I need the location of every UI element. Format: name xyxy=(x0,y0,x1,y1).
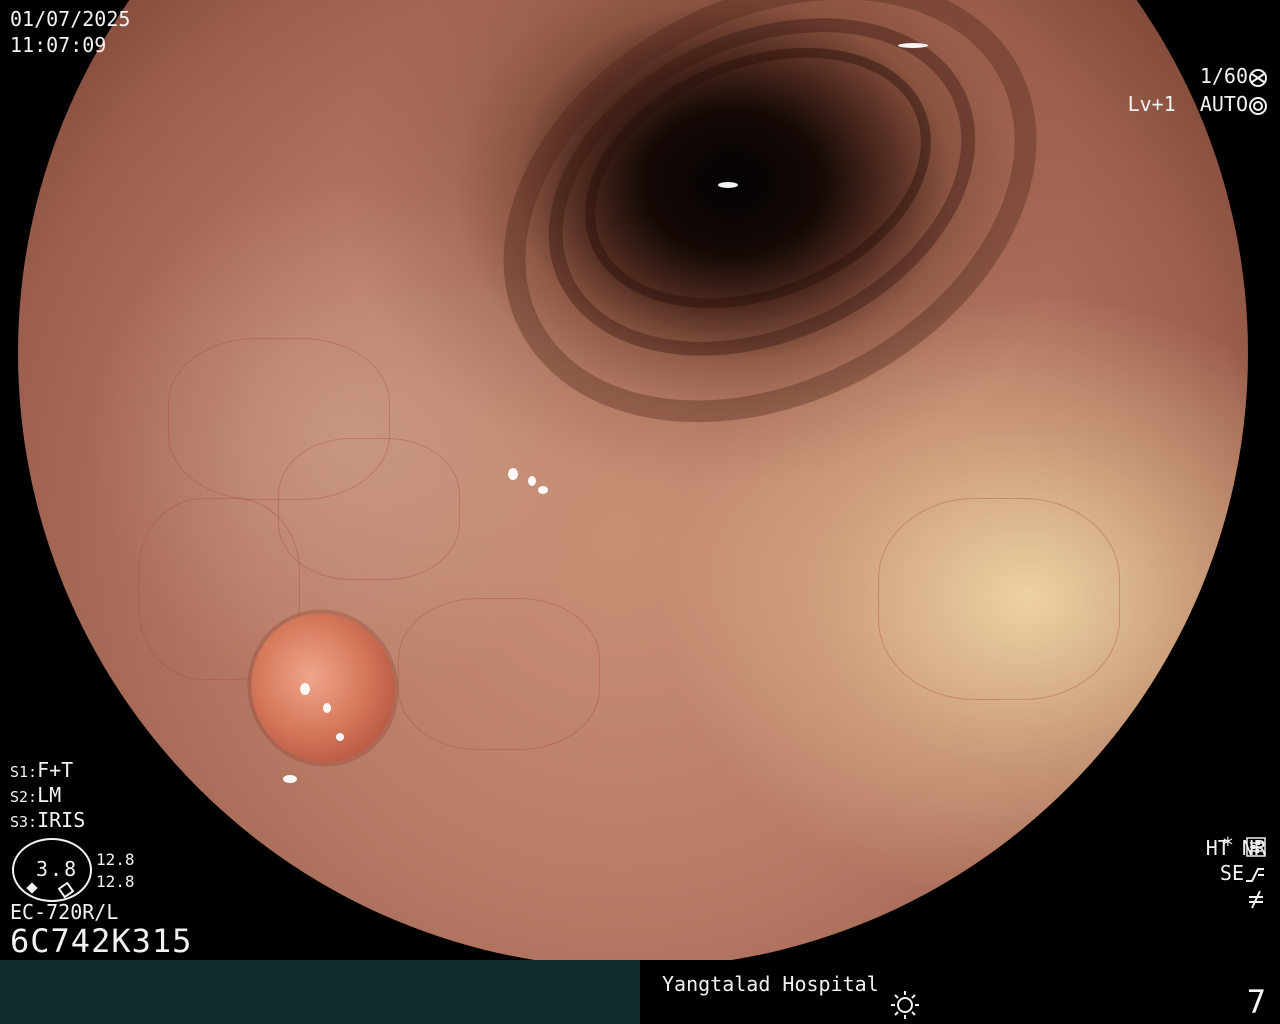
scope-setting-s2: S2:LM xyxy=(10,783,61,809)
s2-value: LM xyxy=(37,783,62,807)
exam-time: 11:07:09 xyxy=(10,33,107,57)
s2-label: S2: xyxy=(10,788,38,806)
s1-label: S1: xyxy=(10,763,38,781)
s1-value: F+T xyxy=(37,758,74,782)
light-reflection xyxy=(300,683,310,695)
status-se: SE xyxy=(1220,861,1266,885)
image-count: 7 xyxy=(1246,983,1266,1021)
light-reflection xyxy=(528,476,536,486)
curve-icon xyxy=(1246,867,1264,882)
gauge-reading-bottom: 12.8 xyxy=(96,872,135,891)
light-reflection xyxy=(538,486,548,494)
status-nr: NR xyxy=(1241,836,1266,860)
footer-left-panel xyxy=(0,960,640,1024)
status-bottom xyxy=(1246,885,1266,909)
zoom-gauge: 3.8 xyxy=(12,838,92,902)
vessel-pattern xyxy=(278,438,460,580)
light-reflection xyxy=(336,733,344,741)
brightness-level: Lv+1 AUTO xyxy=(1103,68,1268,116)
scope-serial: 6C742K315 xyxy=(10,922,193,960)
not-equal-icon xyxy=(1249,890,1263,908)
vessel-pattern xyxy=(398,598,600,750)
scope-model: EC-720R/L xyxy=(10,900,119,924)
gauge-reading-top: 12.8 xyxy=(96,850,135,869)
s3-label: S3: xyxy=(10,813,38,831)
footer-bar: Yangtalad Hospital xyxy=(0,960,1280,1024)
gauge-marker-icon xyxy=(26,882,38,894)
hospital-name: Yangtalad Hospital xyxy=(662,972,879,996)
vessel-pattern xyxy=(878,498,1120,700)
light-reflection xyxy=(508,468,518,480)
iris-mode: AUTO xyxy=(1199,92,1248,116)
auto-iris-icon xyxy=(1249,96,1267,115)
level-value: Lv+1 xyxy=(1127,92,1176,116)
light-reflection xyxy=(718,182,738,188)
gauge-marker-icon xyxy=(57,881,75,899)
status-se-label: SE xyxy=(1219,861,1244,885)
endoscopy-view xyxy=(18,0,1248,968)
exam-date: 01/07/2025 xyxy=(10,7,131,31)
sun-icon xyxy=(891,991,919,1019)
scope-setting-s3: S3:IRIS xyxy=(10,808,85,834)
light-reflection xyxy=(323,703,331,713)
gauge-value: 3.8 xyxy=(36,857,79,881)
s3-value: IRIS xyxy=(37,808,86,832)
light-reflection xyxy=(283,775,297,783)
light-reflection xyxy=(898,43,928,48)
scope-setting-s1: S1:F+T xyxy=(10,758,73,784)
status-ht: HT xyxy=(1205,836,1230,860)
status-ht-nr: HT NR xyxy=(1206,836,1266,860)
